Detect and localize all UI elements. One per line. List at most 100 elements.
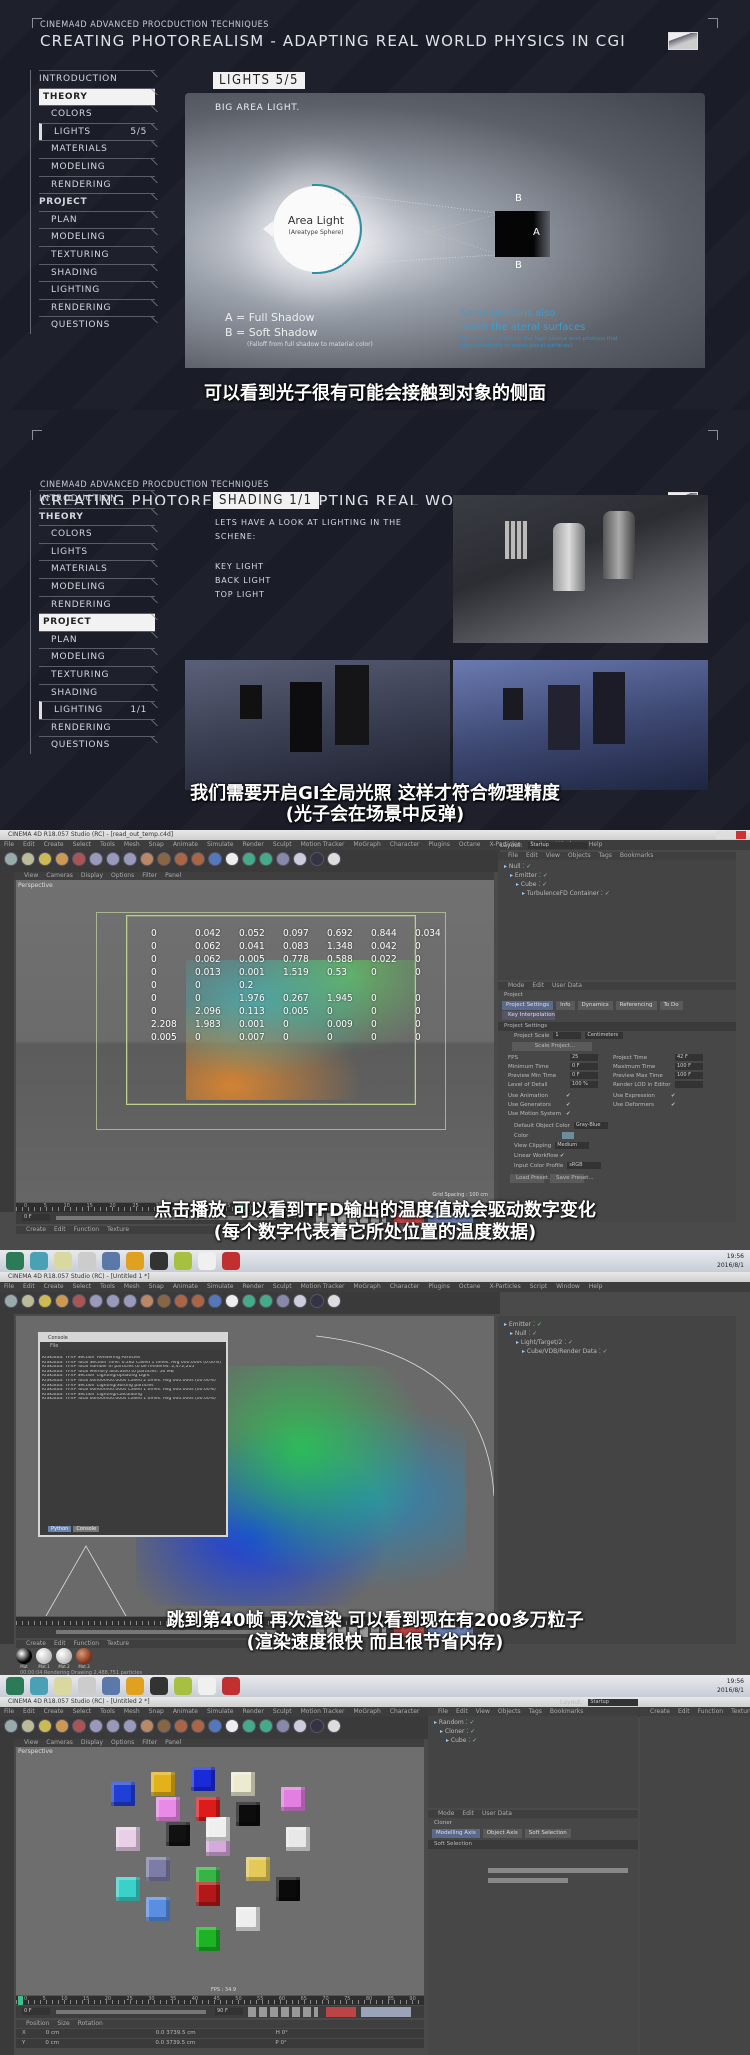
object-row[interactable]: ▸ TurbulenceFD Container ⁚ ✓ xyxy=(498,889,736,898)
taskbar-acrobat-icon[interactable] xyxy=(222,1252,240,1270)
clone-cube[interactable] xyxy=(196,1927,220,1951)
menu-animate[interactable]: Animate xyxy=(173,1283,198,1290)
om-menu-file[interactable]: File xyxy=(438,1708,448,1715)
layout-value[interactable]: Startup xyxy=(588,1699,639,1706)
frame-start-field[interactable]: 0 F xyxy=(22,2008,50,2015)
nav-item-materials[interactable]: MATERIALS xyxy=(39,560,155,578)
window-controls[interactable] xyxy=(716,831,746,839)
toolbar-tool-icon[interactable] xyxy=(310,1719,324,1733)
toolbar-tool-icon[interactable] xyxy=(21,1719,35,1733)
toolbar-tool-icon[interactable] xyxy=(72,1294,86,1308)
viewport-menu-display[interactable]: Display xyxy=(81,1739,103,1746)
coord-position[interactable]: 0 cm xyxy=(46,2029,136,2038)
taskbar-camtasia-icon[interactable] xyxy=(174,1252,192,1270)
menu-file[interactable]: File xyxy=(4,1283,14,1290)
clone-cube[interactable] xyxy=(166,1822,190,1846)
menu-edit[interactable]: Edit xyxy=(23,1283,35,1290)
scale-project-button[interactable]: Scale Project... xyxy=(512,1042,592,1051)
viewport[interactable]: Perspective FPS : 34.9 xyxy=(16,1747,424,1995)
nav-item-shading[interactable]: SHADING xyxy=(39,263,155,282)
menu-simulate[interactable]: Simulate xyxy=(207,1283,234,1290)
om-menu-bookmarks[interactable]: Bookmarks xyxy=(620,852,654,859)
visibility-dots-icon[interactable]: ⁚ ✓ xyxy=(466,1737,477,1744)
clone-cube[interactable] xyxy=(116,1827,140,1851)
toolbar-tool-icon[interactable] xyxy=(106,1294,120,1308)
toolbar-tool-icon[interactable] xyxy=(225,1719,239,1733)
toolbar-tool-icon[interactable] xyxy=(21,1294,35,1308)
nav-item-theory[interactable]: THEORY xyxy=(39,87,155,106)
menu-octane[interactable]: Octane xyxy=(459,841,481,848)
nav-item-lighting[interactable]: LIGHTING 1/1 xyxy=(39,701,155,719)
input-color-select[interactable]: sRGB xyxy=(567,1162,602,1169)
visibility-dots-icon[interactable]: ⁚ ✓ xyxy=(599,890,610,897)
nav-item-modeling[interactable]: MODELING xyxy=(39,228,155,246)
attr-menu-edit[interactable]: Edit xyxy=(532,982,544,989)
attr-menu-edit[interactable]: Edit xyxy=(462,1810,474,1817)
console-tab-console[interactable]: Console xyxy=(73,1526,100,1532)
clone-cube[interactable] xyxy=(281,1787,305,1811)
save-preset-button[interactable]: Save Preset... xyxy=(550,1174,594,1183)
toolbar-tool-icon[interactable] xyxy=(259,1719,273,1733)
object-row[interactable]: ▸ Random ⁚ ✓ xyxy=(428,1718,638,1727)
toolbar-tool-icon[interactable] xyxy=(55,852,69,866)
menu-sculpt[interactable]: Sculpt xyxy=(273,1283,292,1290)
setting-value-field[interactable]: 0 F xyxy=(570,1072,598,1079)
toolbar-tool-icon[interactable] xyxy=(242,852,256,866)
menu-mograph[interactable]: MoGraph xyxy=(354,1283,381,1290)
toolbar-tool-icon[interactable] xyxy=(157,852,171,866)
clone-cube[interactable] xyxy=(196,1882,220,1906)
nav-item-project[interactable]: PROJECT xyxy=(39,193,155,211)
taskbar-ie-icon[interactable] xyxy=(6,1677,24,1695)
toolbar-tool-icon[interactable] xyxy=(276,1294,290,1308)
toolbar-tool-icon[interactable] xyxy=(276,852,290,866)
taskbar-app-icon[interactable] xyxy=(30,1252,48,1270)
nav-item-modeling[interactable]: MODELING xyxy=(39,157,155,176)
viewport-menu-panel[interactable]: Panel xyxy=(165,1739,181,1746)
coord-position[interactable]: 0 cm xyxy=(45,2039,135,2048)
menu-tools[interactable]: Tools xyxy=(100,1283,115,1290)
taskbar-acrobat-icon[interactable] xyxy=(222,1677,240,1695)
default-color-select[interactable]: Gray-Blue xyxy=(573,1122,608,1129)
om-menu-edit[interactable]: Edit xyxy=(526,852,538,859)
nav-item-questions[interactable]: QUESTIONS xyxy=(39,316,155,334)
clone-cube[interactable] xyxy=(276,1877,300,1901)
om-menu-edit[interactable]: Edit xyxy=(456,1708,468,1715)
menu-select[interactable]: Select xyxy=(73,1283,92,1290)
menu-render[interactable]: Render xyxy=(242,1283,263,1290)
clone-cube[interactable] xyxy=(236,1802,260,1826)
menu-sculpt[interactable]: Sculpt xyxy=(273,1708,292,1715)
toolbar-tool-icon[interactable] xyxy=(38,852,52,866)
toolbar-tool-icon[interactable] xyxy=(4,852,18,866)
menu-create[interactable]: Create xyxy=(44,841,64,848)
clone-cube[interactable] xyxy=(156,1797,180,1821)
checkbox-checked-icon[interactable]: ✔ xyxy=(566,1093,571,1099)
material-menu-edit[interactable]: Edit xyxy=(678,1708,690,1715)
om-menu-tags[interactable]: Tags xyxy=(529,1708,542,1715)
menu-help[interactable]: Help xyxy=(589,1283,603,1290)
toolbar-tool-icon[interactable] xyxy=(123,852,137,866)
frame-range-slider[interactable] xyxy=(56,2010,206,2014)
viewport-menu-view[interactable]: View xyxy=(24,872,38,879)
menu-character[interactable]: Character xyxy=(390,1708,420,1715)
menu-mesh[interactable]: Mesh xyxy=(124,1283,140,1290)
om-menu-objects[interactable]: Objects xyxy=(498,1708,521,1715)
taskbar-media-icon[interactable] xyxy=(78,1252,96,1270)
toolbar-tool-icon[interactable] xyxy=(293,1719,307,1733)
toolbar-tool-icon[interactable] xyxy=(293,1294,307,1308)
visibility-dots-icon[interactable]: ⁚ ✓ xyxy=(537,872,548,879)
menu-octane[interactable]: Octane xyxy=(459,1283,481,1290)
viewport[interactable]: Perspective 0 0.042 0.052 0.097 0.692 0.844 0.… xyxy=(16,880,494,1202)
toolbar-tool-icon[interactable] xyxy=(140,1294,154,1308)
menu-tools[interactable]: Tools xyxy=(100,1708,115,1715)
toolbar-tool-icon[interactable] xyxy=(242,1719,256,1733)
setting-value-field[interactable]: 42 F xyxy=(675,1054,703,1061)
visibility-dots-icon[interactable]: ⁚ ✓ xyxy=(536,881,547,888)
toolbar-tool-icon[interactable] xyxy=(89,852,103,866)
toolbar-tool-icon[interactable] xyxy=(140,852,154,866)
menu-file[interactable]: File xyxy=(4,841,14,848)
object-row[interactable]: ▸ Cube/VDB/Render Data ⁚ ✓ xyxy=(498,1347,736,1356)
taskbar-ie-icon[interactable] xyxy=(6,1252,24,1270)
viewport-menu-panel[interactable]: Panel xyxy=(165,872,181,879)
menu-character[interactable]: Character xyxy=(390,1283,420,1290)
coord-rotation[interactable]: P 0° xyxy=(275,2039,286,2048)
